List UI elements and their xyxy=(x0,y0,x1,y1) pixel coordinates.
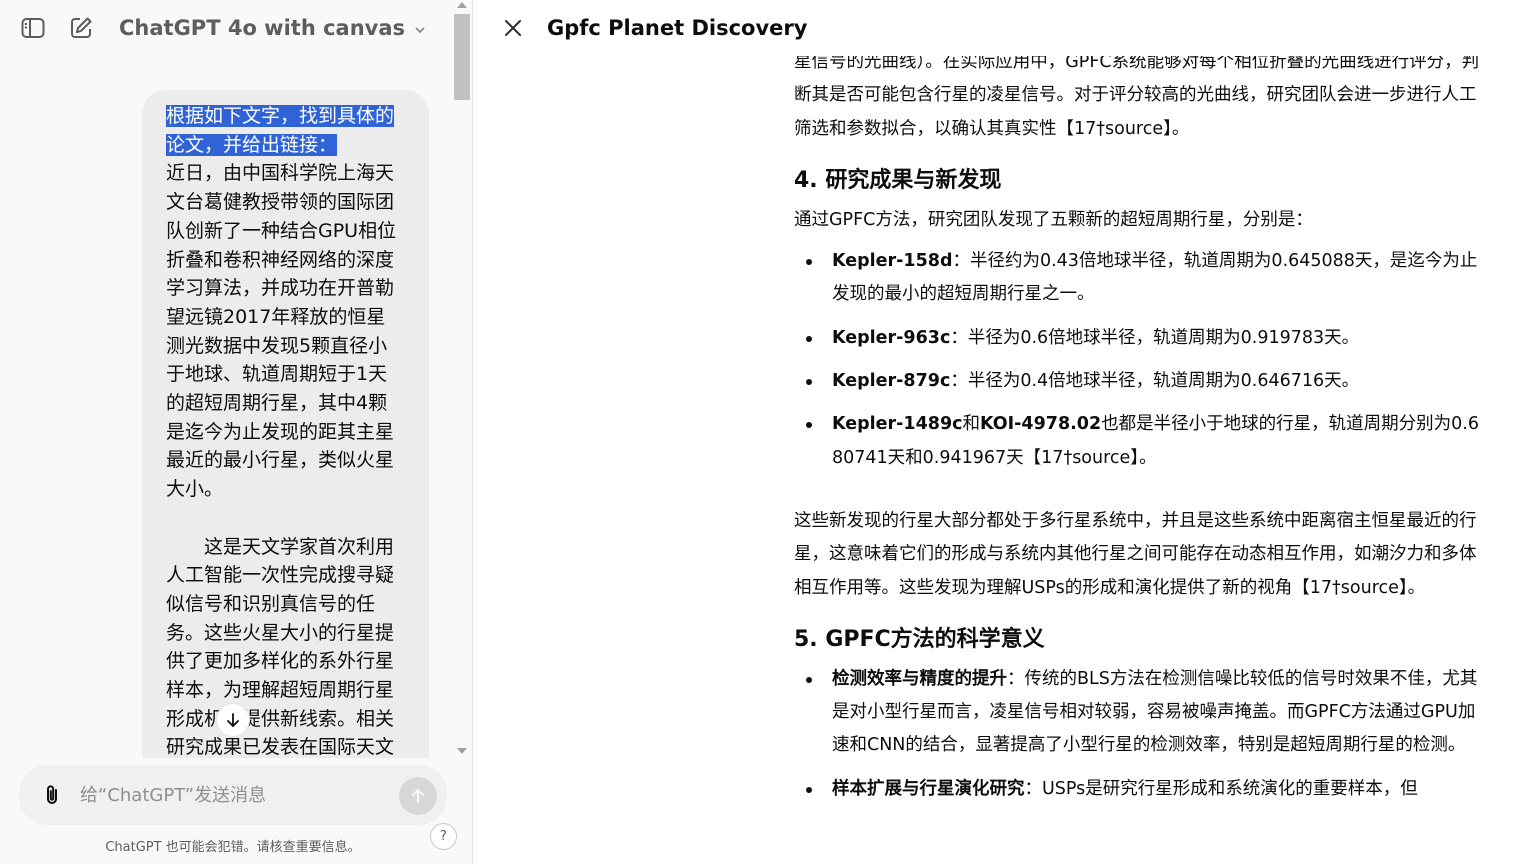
paperclip-icon[interactable] xyxy=(38,781,66,809)
scroll-up-arrow-icon[interactable] xyxy=(457,2,467,8)
doc-paragraph: 星信号的光曲线）。在实际应用中，GPFC系统能够对每个相位折叠的光曲线进行评分，… xyxy=(794,56,1480,139)
chat-scrollbar[interactable] xyxy=(452,0,472,760)
list-item: Kepler-963c：半径为0.6倍地球半径，轨道周期为0.919783天。 xyxy=(794,322,1489,355)
planet-list: Kepler-158d：半径约为0.43倍地球半径，轨道周期为0.645088天… xyxy=(794,245,1489,475)
citation[interactable]: 【17†source】 xyxy=(1057,119,1172,139)
chat-header: ChatGPT 4o with canvas xyxy=(0,0,472,56)
list-item: Kepler-158d：半径约为0.43倍地球半径，轨道周期为0.645088天… xyxy=(794,245,1489,312)
chevron-down-icon xyxy=(413,18,427,42)
canvas-pane: Gpfc Planet Discovery 星信号的光曲线）。在实际应用中，GP… xyxy=(473,0,1536,864)
list-item: 检测效率与精度的提升：传统的BLS方法在检测信噪比较低的信号时效果不佳，尤其是对… xyxy=(794,663,1489,763)
list-item: 样本扩展与行星演化研究：USPs是研究行星形成和系统演化的重要样本，但 xyxy=(794,773,1489,806)
new-chat-icon[interactable] xyxy=(67,14,95,42)
scroll-to-bottom-button[interactable] xyxy=(216,703,250,737)
send-button[interactable] xyxy=(399,777,437,815)
highlighted-text: 根据如下文字，找到具体的论文，并给出链接： xyxy=(166,105,395,156)
sidebar-toggle-icon[interactable] xyxy=(19,14,47,42)
section-heading: 5. GPFC方法的科学意义 xyxy=(794,626,1045,652)
help-button[interactable]: ? xyxy=(430,823,457,850)
canvas-title: Gpfc Planet Discovery xyxy=(547,16,808,40)
scroll-down-arrow-icon[interactable] xyxy=(457,748,467,754)
list-item: Kepler-1489c和KOI-4978.02也都是半径小于地球的行星，轨道周… xyxy=(794,408,1489,475)
close-icon[interactable] xyxy=(499,14,527,42)
disclaimer-text: ChatGPT 也可能会犯错。请核查重要信息。 xyxy=(105,840,361,855)
canvas-document[interactable]: 星信号的光曲线）。在实际应用中，GPFC系统能够对每个相位折叠的光曲线进行评分，… xyxy=(473,56,1536,864)
chat-pane: ChatGPT 4o with canvas 根据如下文字，找到具体的论文，并给… xyxy=(0,0,472,864)
message-paragraph-2: 这是天文学家首次利用人工智能一次性完成搜寻疑似信号和识别真信号的任务。这些火星大… xyxy=(166,535,395,759)
section-heading: 4. 研究成果与新发现 xyxy=(794,167,1002,193)
significance-list: 检测效率与精度的提升：传统的BLS方法在检测信噪比较低的信号时效果不佳，尤其是对… xyxy=(794,663,1489,806)
user-message-bubble: 根据如下文字，找到具体的论文，并给出链接： 近日，由中国科学院上海天文台葛健教授… xyxy=(142,90,429,790)
list-item: Kepler-879c：半径为0.4倍地球半径，轨道周期为0.646716天。 xyxy=(794,365,1489,398)
message-paragraph-1: 近日，由中国科学院上海天文台葛健教授带领的国际团队创新了一种结合GPU相位折叠和… xyxy=(166,162,397,501)
chat-scrollbar-thumb[interactable] xyxy=(454,14,470,100)
model-selector[interactable]: ChatGPT 4o with canvas xyxy=(119,13,427,43)
doc-paragraph: 通过GPFC方法，研究团队发现了五颗新的超短周期行星，分别是： xyxy=(794,209,1313,230)
doc-paragraph: 这些新发现的行星大部分都处于多行星系统中，并且是这些系统中距离宿主恒星最近的行星… xyxy=(794,510,1477,598)
model-name: ChatGPT 4o with canvas xyxy=(119,16,406,40)
citation[interactable]: 【17†source】 xyxy=(1292,578,1407,598)
citation[interactable]: 【17†source】 xyxy=(1024,448,1139,468)
message-input[interactable] xyxy=(80,781,380,809)
